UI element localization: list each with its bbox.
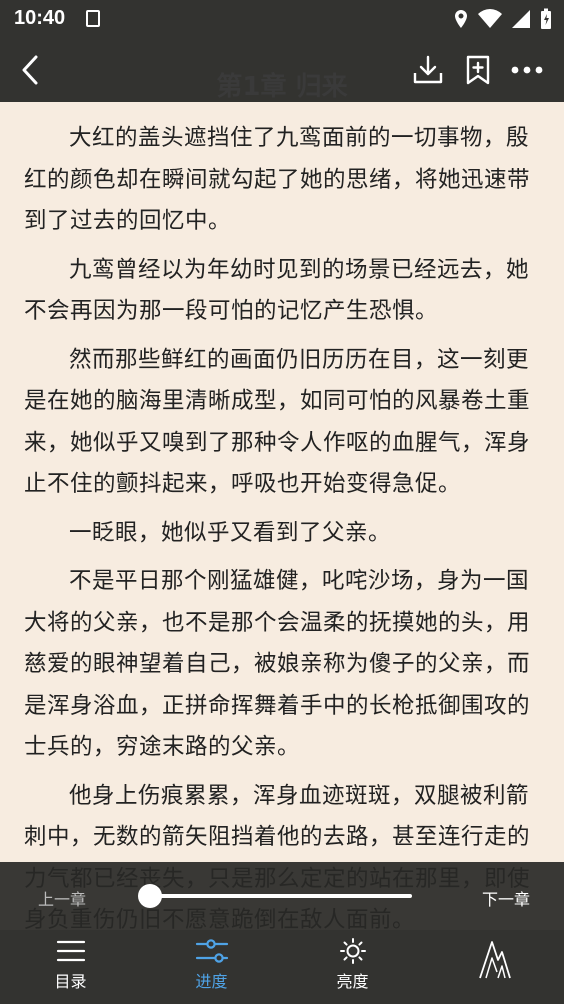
status-bar: 10:40 [0,0,564,38]
status-icons [453,8,552,30]
nav-item-brightness[interactable]: 亮度 [282,930,423,1004]
nav-item-catalog[interactable]: 目录 [0,930,141,1004]
status-time: 10:40 [14,7,66,29]
nav-label: 进度 [195,972,228,991]
app-notification-icon [86,10,100,27]
prev-chapter-button[interactable]: 上一章 [38,886,86,910]
menu-list-icon [56,940,85,962]
signal-icon [512,10,530,28]
night-mode-icon [478,941,511,979]
progress-slider-icon [195,939,228,963]
wifi-icon [478,9,502,28]
next-chapter-button[interactable]: 下一章 [482,886,530,910]
paragraph: 不是平日那个刚猛雄健，叱咤沙场，身为一国大将的父亲，也不是那个会温柔的抚摸她的头… [24,568,531,760]
chapter-progress-panel: 上一章 下一章 [0,862,564,930]
nav-item-night-mode[interactable] [423,930,564,1004]
bottom-nav: 目录 进度 亮度 [0,930,564,1004]
brightness-icon [339,938,366,964]
battery-icon [541,8,551,29]
chapter-content: 大红的盖头遮挡住了九鸾面前的一切事物，殷红的颜色却在瞬间就勾起了她的思绪，将她迅… [24,118,538,942]
paragraph: 一眨眼，她似乎又看到了父亲。 [69,519,392,546]
progress-slider-thumb[interactable] [138,884,162,908]
paragraph: 然而那些鲜红的画面仍旧历历在目，这一刻更是在她的脑海里清晰成型，如同可怕的风暴卷… [24,346,531,498]
chapter-title: 第1章 归来 [216,72,348,102]
progress-slider-track[interactable] [150,894,412,898]
paragraph: 九鸾曾经以为年幼时见到的场景已经远去，她不会再因为那一段可怕的记忆产生恐惧。 [24,256,530,325]
nav-label: 亮度 [336,972,369,991]
nav-item-progress[interactable]: 进度 [141,930,282,1004]
paragraph: 大红的盖头遮挡住了九鸾面前的一切事物，殷红的颜色却在瞬间就勾起了她的思绪，将她迅… [24,125,531,234]
location-icon [455,10,467,28]
nav-label: 目录 [54,972,87,991]
